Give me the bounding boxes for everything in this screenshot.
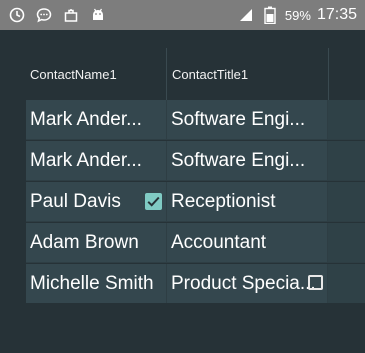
cell-empty (328, 264, 365, 303)
android-icon (89, 6, 107, 24)
table-row[interactable]: Adam Brown Accountant (26, 223, 365, 263)
column-header-contacttitle[interactable]: ContactTitle1 (168, 48, 328, 100)
cell-contact-title[interactable]: Software Engi... (167, 100, 327, 139)
grid-header: ContactName1 ContactTitle1 (26, 48, 365, 100)
cell-contact-name[interactable]: Mark Ander... (26, 141, 166, 180)
table-row[interactable]: Paul Davis Receptionist (26, 182, 365, 222)
cell-contact-name[interactable]: Michelle Smith (26, 264, 166, 303)
cell-empty (328, 223, 365, 262)
clock-icon (8, 6, 26, 24)
checked-checkbox-icon[interactable] (145, 193, 162, 210)
cell-empty (328, 100, 365, 139)
status-bar: 59% 17:35 (0, 0, 365, 30)
cell-empty (328, 141, 365, 180)
cell-contact-name[interactable]: Adam Brown (26, 223, 166, 262)
unchecked-checkbox-icon[interactable] (308, 275, 323, 290)
table-row[interactable]: Mark Ander... Software Engi... (26, 100, 365, 140)
column-divider (328, 48, 329, 100)
table-row[interactable]: Mark Ander... Software Engi... (26, 141, 365, 181)
column-divider (166, 48, 167, 100)
cell-contact-title[interactable]: Software Engi... (167, 141, 327, 180)
table-row[interactable]: Michelle Smith Product Specia... (26, 264, 365, 304)
chat-icon (35, 6, 53, 24)
battery-icon (261, 6, 279, 24)
column-header-contactname[interactable]: ContactName1 (26, 48, 166, 100)
data-grid: ContactName1 ContactTitle1 Mark Ander...… (26, 48, 365, 303)
bag-icon (62, 6, 80, 24)
grid-body: Mark Ander... Software Engi... Mark Ande… (26, 100, 365, 303)
cell-empty (328, 182, 365, 221)
cell-contact-title[interactable]: Receptionist (167, 182, 327, 221)
battery-percentage: 59% (284, 7, 311, 23)
cell-contact-name[interactable]: Mark Ander... (26, 100, 166, 139)
signal-icon (237, 6, 255, 24)
cell-contact-title[interactable]: Accountant (167, 223, 327, 262)
clock-time: 17:35 (316, 6, 357, 23)
cell-contact-title[interactable]: Product Specia... (167, 264, 327, 303)
